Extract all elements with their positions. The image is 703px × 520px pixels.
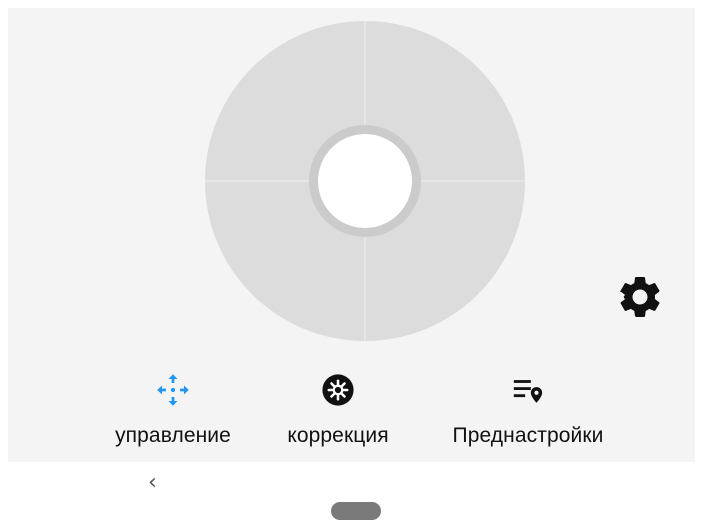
home-pill-icon[interactable]: [331, 502, 381, 520]
tab-correction[interactable]: коррекция: [268, 370, 408, 460]
ptz-joystick-pad[interactable]: [204, 20, 526, 342]
aperture-icon: [322, 374, 354, 406]
tab-presets[interactable]: Преднастройки: [428, 370, 628, 460]
tab-correction-label: коррекция: [287, 424, 389, 447]
tab-presets-label: Преднастройки: [452, 424, 604, 447]
tab-presets-icon-wrap: [511, 370, 545, 410]
back-icon[interactable]: ‹: [148, 470, 157, 495]
joystick-knob: [318, 134, 412, 228]
tab-control-label: управление: [115, 424, 231, 447]
settings-button[interactable]: [611, 268, 669, 326]
bottom-tabs: управление коррекция Преднастройки: [98, 370, 638, 460]
move-arrows-icon: [157, 374, 189, 406]
system-navigation-bar: ‹: [0, 462, 703, 520]
tab-control[interactable]: управление: [98, 370, 248, 460]
gear-icon: [619, 276, 660, 317]
app-panel: управление коррекция Преднастройки: [8, 8, 695, 462]
tab-control-icon-wrap: [155, 370, 191, 410]
preset-list-location-icon: [513, 380, 543, 403]
tab-correction-icon-wrap: [321, 370, 355, 410]
